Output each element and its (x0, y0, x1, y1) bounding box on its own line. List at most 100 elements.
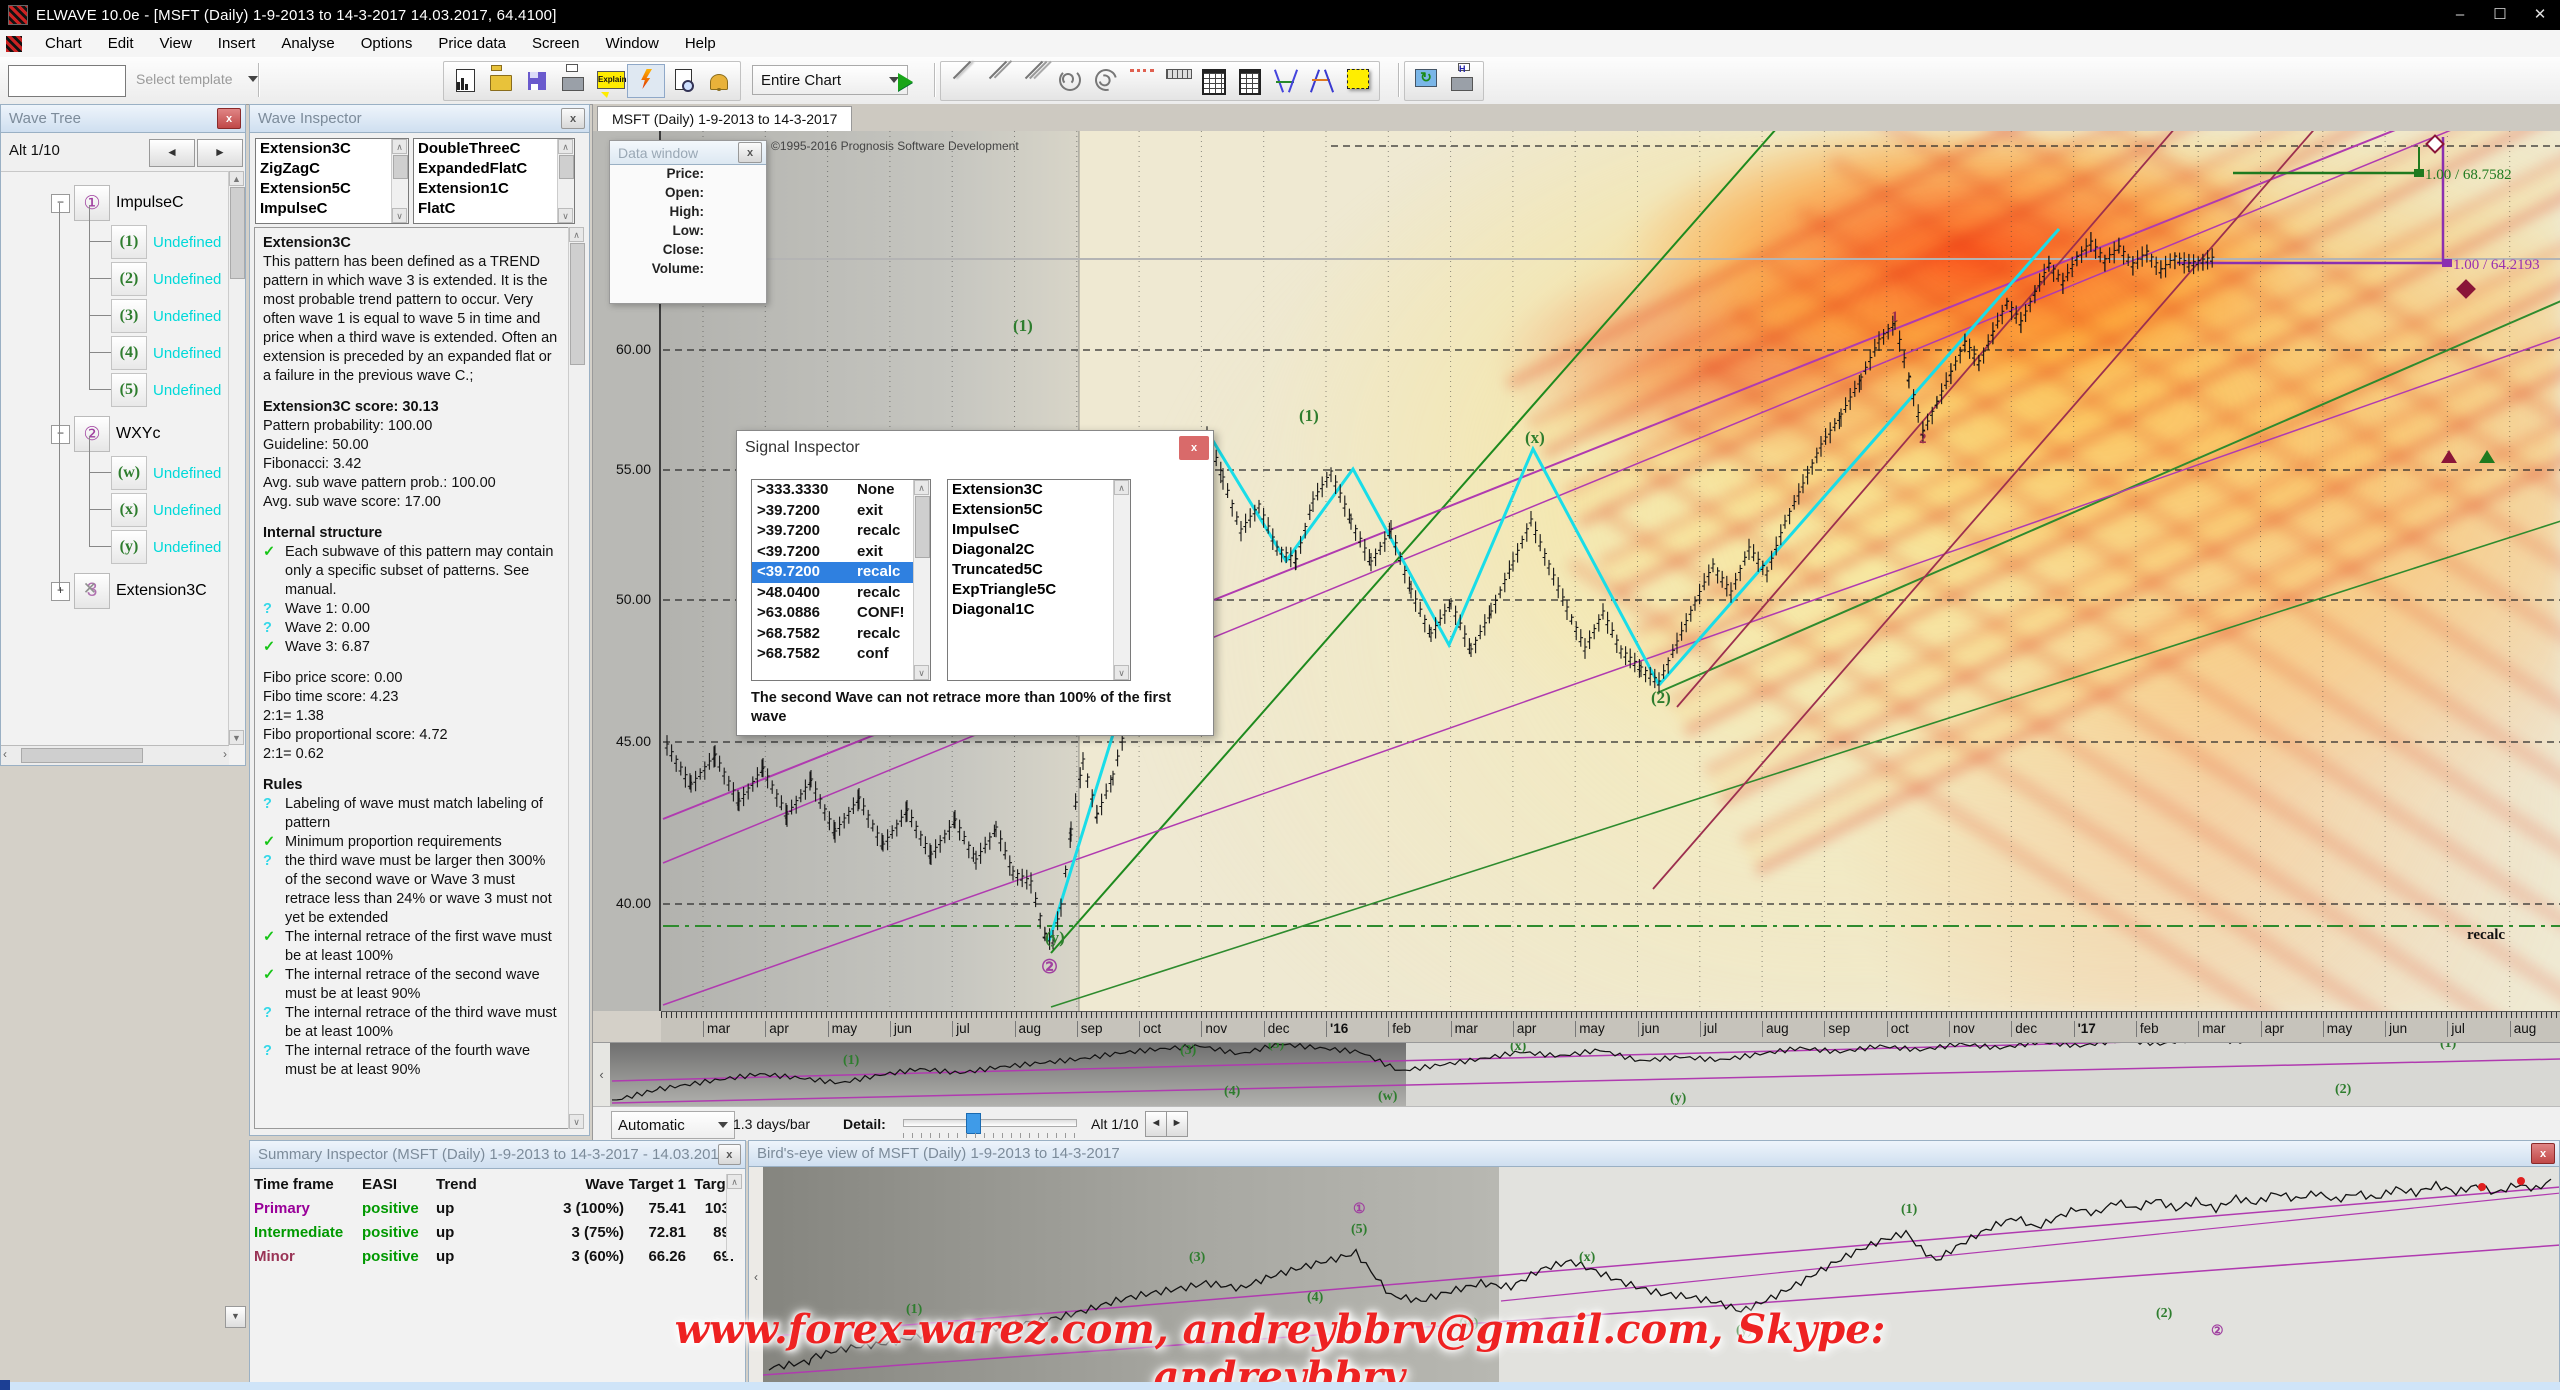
chart-tab[interactable]: MSFT (Daily) 1-9-2013 to 14-3-2017 (597, 106, 852, 132)
summary-scrollbar[interactable]: ∧ (726, 1174, 743, 1259)
signal-item[interactable]: >68.7582conf (752, 644, 930, 665)
tree-leaf-(w)[interactable]: (w)Undefined (111, 456, 221, 490)
scroll-up-icon[interactable]: ▲ (229, 171, 244, 186)
list-scrollbar[interactable]: ∧ ∨ (391, 139, 408, 223)
alt-next-button[interactable]: ► (197, 139, 243, 167)
spiral2-icon[interactable] (1088, 65, 1124, 97)
pattern-item[interactable]: Extension5C (256, 179, 408, 199)
menu-item-screen[interactable]: Screen (519, 31, 593, 56)
table2-icon[interactable] (1232, 65, 1268, 97)
print-hardcopy-icon[interactable] (1444, 65, 1480, 97)
collapse-icon[interactable]: − (51, 425, 70, 444)
pattern-list-right[interactable]: ∧ ∨ DoubleThreeCExpandedFlatCExtension1C… (413, 138, 575, 224)
parallel-lines-icon[interactable] (980, 65, 1016, 97)
bolt-icon[interactable] (627, 64, 665, 98)
alt-prev-button[interactable]: ◄ (149, 139, 195, 167)
signal-pattern-item[interactable]: Extension3C (948, 480, 1130, 500)
pattern-item[interactable]: ExpandedFlatC (414, 159, 574, 179)
signal-pattern-item[interactable]: Diagonal2C (948, 540, 1130, 560)
navigator-strip[interactable]: ‹ (1)(3)(5)(4)(w)(x)(y)(2)(1) (593, 1042, 2560, 1107)
close-icon[interactable]: x (738, 142, 762, 163)
open-folder-icon[interactable] (483, 65, 519, 97)
table-icon[interactable] (1196, 65, 1232, 97)
signal-item[interactable]: >39.7200exit (752, 501, 930, 522)
scroll-down-icon[interactable]: ∨ (392, 208, 407, 223)
scroll-down-icon[interactable]: ▼ (229, 730, 244, 745)
tree-node-Extension3C[interactable]: +3✕Extension3C (51, 573, 207, 609)
scroll-thumb[interactable] (21, 748, 143, 763)
ruler-icon[interactable] (1160, 65, 1196, 97)
wave-tree-header[interactable]: Wave Tree x (1, 105, 245, 133)
tree-leaf-(4)[interactable]: (4)Undefined (111, 336, 221, 370)
pattern-item[interactable]: Extension3C (256, 139, 408, 159)
signal-item[interactable]: >39.7200recalc (752, 521, 930, 542)
scroll-down-icon[interactable]: ∨ (558, 208, 573, 223)
pitchfork-a-icon[interactable] (1304, 65, 1340, 97)
slider-thumb[interactable] (966, 1113, 981, 1134)
wave-tree-view[interactable]: −①ImpulseC(1)Undefined(2)Undefined(3)Und… (1, 171, 229, 745)
signal-pattern-item[interactable]: Truncated5C (948, 560, 1130, 580)
menu-item-options[interactable]: Options (348, 31, 426, 56)
close-button[interactable]: ✕ (2520, 2, 2560, 28)
data-window[interactable]: Data window x Date:Price:Open:High:Low:C… (609, 140, 767, 304)
pattern-item[interactable]: DoubleThreeC (414, 139, 574, 159)
menu-item-help[interactable]: Help (672, 31, 729, 56)
tree-leaf-(3)[interactable]: (3)Undefined (111, 299, 221, 333)
dotted-line-icon[interactable] (1124, 65, 1160, 97)
signal-pattern-item[interactable]: ExpTriangle5C (948, 580, 1130, 600)
sync-icon[interactable]: ↻ (1408, 65, 1444, 97)
scroll-down-icon[interactable]: ∨ (1114, 665, 1129, 680)
signal-pattern-item[interactable]: ImpulseC (948, 520, 1130, 540)
menu-item-chart[interactable]: Chart (32, 31, 95, 56)
bell-icon[interactable] (701, 65, 737, 97)
scroll-left-icon[interactable]: ‹ (593, 1043, 611, 1107)
pattern-item[interactable]: FlatC (414, 199, 574, 219)
signal-pattern-item[interactable]: Extension5C (948, 500, 1130, 520)
close-icon[interactable]: x (561, 108, 585, 129)
signal-inspector-header[interactable]: Signal Inspector x (737, 431, 1213, 465)
signal-inspector-dialog[interactable]: Signal Inspector x ∧ ∨ >333.3330None>39.… (736, 430, 1214, 736)
scroll-up-icon[interactable]: ∧ (914, 480, 929, 495)
wave-tree-vscrollbar[interactable]: ▲ ▼ (228, 171, 245, 745)
scroll-up-icon[interactable]: ∧ (558, 139, 573, 154)
chart-doc-icon[interactable] (447, 65, 483, 97)
detail-slider[interactable] (903, 1119, 1077, 1127)
save-icon[interactable] (519, 65, 555, 97)
wave-tree-hscrollbar[interactable]: ‹ › (1, 745, 229, 765)
tree-leaf-(x)[interactable]: (x)Undefined (111, 493, 221, 527)
print-icon[interactable] (555, 65, 591, 97)
close-icon[interactable]: x (1179, 436, 1209, 460)
scroll-right-icon[interactable]: › (223, 747, 227, 761)
maximize-button[interactable]: ☐ (2480, 2, 2520, 28)
expand-icon[interactable]: + (51, 582, 70, 601)
close-icon[interactable]: x (2531, 1143, 2555, 1164)
pattern-list-left[interactable]: ∧ ∨ Extension3CZigZagCExtension5CImpulse… (255, 138, 409, 224)
tree-leaf-(2)[interactable]: (2)Undefined (111, 262, 221, 296)
list-scrollbar[interactable]: ∧ ∨ (913, 480, 930, 680)
close-icon[interactable]: x (217, 108, 241, 129)
template-input[interactable] (8, 65, 126, 97)
scroll-down-icon[interactable]: ▼ (225, 1306, 246, 1328)
tree-leaf-(y)[interactable]: (y)Undefined (111, 530, 221, 564)
signal-item[interactable]: >333.3330None (752, 480, 930, 501)
wave-inspector-header[interactable]: Wave Inspector x (250, 105, 589, 133)
signal-item[interactable]: <39.7200recalc (752, 562, 930, 583)
tree-leaf-(5)[interactable]: (5)Undefined (111, 373, 221, 407)
print-preview-icon[interactable] (665, 65, 701, 97)
signal-item[interactable]: >48.0400recalc (752, 583, 930, 604)
signal-list[interactable]: ∧ ∨ >333.3330None>39.7200exit>39.7200rec… (751, 479, 931, 681)
channel-v-icon[interactable] (1268, 65, 1304, 97)
pattern-item[interactable]: ImpulseC (256, 199, 408, 219)
tree-node-WXYc[interactable]: −②WXYc (51, 416, 160, 452)
scroll-up-icon[interactable]: ∧ (569, 227, 584, 242)
scroll-up-icon[interactable]: ∧ (1114, 480, 1129, 495)
trendline-icon[interactable] (944, 65, 980, 97)
signal-pattern-list[interactable]: ∧ ∨ Extension3CExtension5CImpulseCDiagon… (947, 479, 1131, 681)
description-scrollbar[interactable]: ∧ ∨ (568, 227, 585, 1129)
signal-item[interactable]: >68.7582recalc (752, 624, 930, 645)
menu-item-edit[interactable]: Edit (95, 31, 147, 56)
data-window-header[interactable]: Data window x (610, 141, 766, 165)
tree-leaf-(1)[interactable]: (1)Undefined (111, 225, 221, 259)
scroll-down-icon[interactable]: ∨ (914, 665, 929, 680)
pattern-item[interactable]: ZigZagC (256, 159, 408, 179)
